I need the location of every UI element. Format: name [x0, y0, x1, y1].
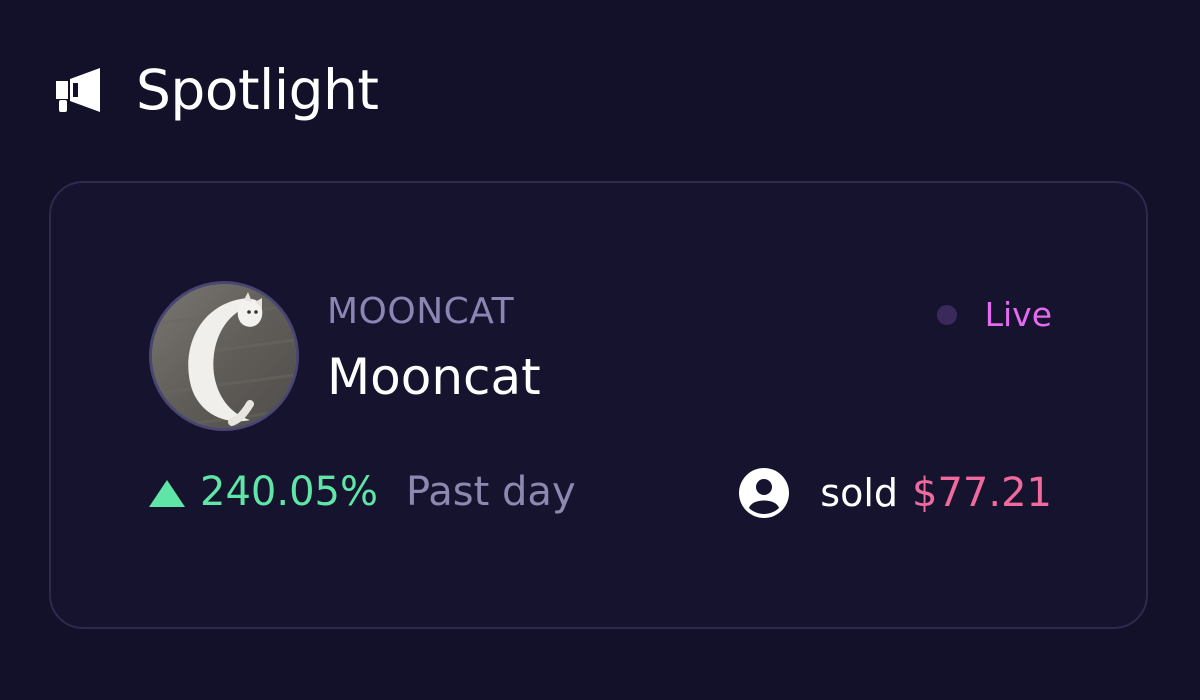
user-circle-icon: [738, 467, 790, 519]
spotlight-card[interactable]: MOONCAT Mooncat Live 240.05% Past day so…: [49, 181, 1148, 629]
page-title: Spotlight: [136, 58, 379, 122]
last-sale: sold $77.21: [738, 467, 1052, 519]
price-change: 240.05% Past day: [149, 469, 576, 515]
live-status: Live: [936, 295, 1052, 334]
spotlight-header: Spotlight: [54, 54, 379, 126]
token-name[interactable]: Mooncat: [327, 348, 541, 406]
live-dot-icon: [936, 304, 957, 325]
change-period: Past day: [405, 469, 576, 515]
sold-value: $77.21: [912, 470, 1052, 516]
arrow-up-icon: [149, 479, 185, 507]
change-percentage: 240.05%: [200, 469, 378, 515]
live-label: Live: [984, 295, 1052, 334]
sold-label: sold: [820, 471, 899, 515]
token-ticker: MOONCAT: [327, 291, 515, 332]
cat-avatar-image: [152, 284, 296, 428]
token-avatar: [149, 281, 299, 431]
megaphone-icon: [54, 64, 106, 116]
